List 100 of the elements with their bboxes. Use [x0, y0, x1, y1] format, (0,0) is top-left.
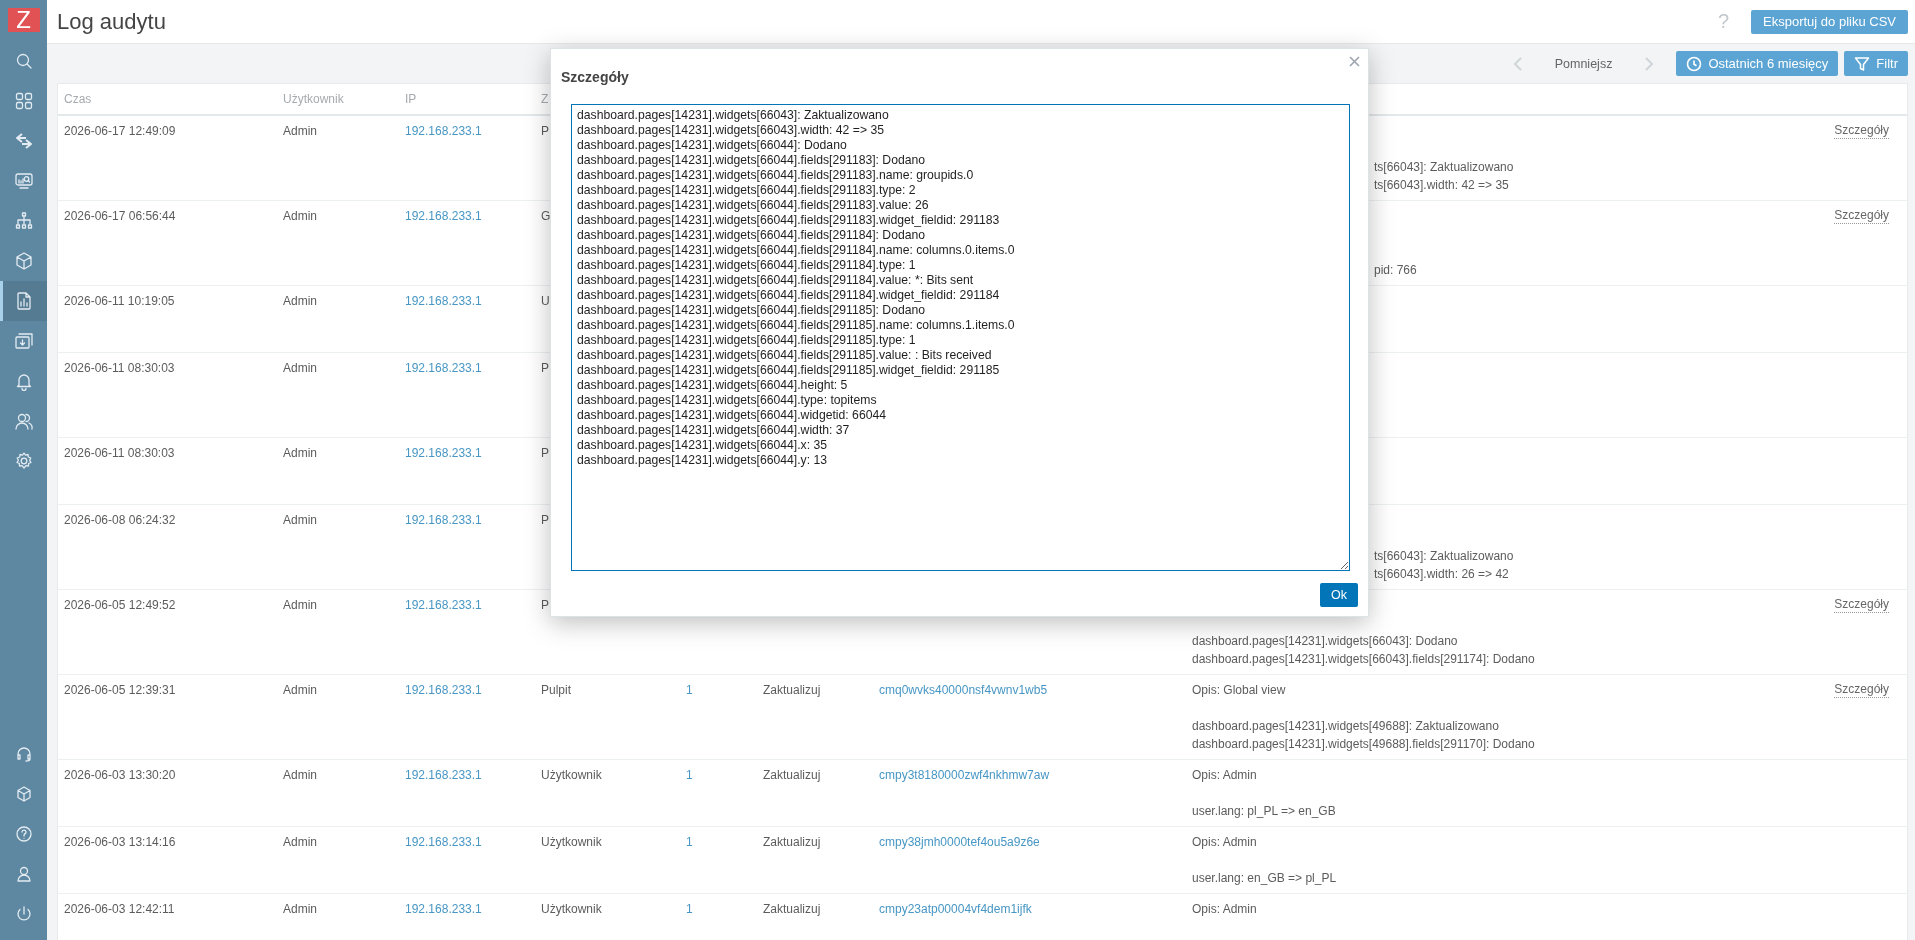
description-text: Opis: Admin — [1192, 901, 1258, 918]
table-cell: Pulpit — [541, 683, 572, 697]
record-id-link[interactable]: cmpy23atp00004vf4dem1ijfk — [879, 902, 1032, 916]
ip-link[interactable]: 192.168.233.1 — [405, 124, 482, 138]
change-line: ts[66043].width: 42 => 35 — [1374, 177, 1509, 194]
ok-button[interactable]: Ok — [1320, 583, 1358, 607]
table-cell: P — [541, 446, 549, 460]
details-field[interactable]: dashboard.pages[14231].widgets[66043]: Zaktualizowano dashboard.pages[14231].widgets[66043].width: 42 => 35 dashboard.pages[14231].widgets[66044]: Dodano dashboard.pages[14231].widgets[66044].fields[291183]: Dodano dashboard.pages[14231].widgets[66044].fields[291183].name: groupids.0 dashboard.pages[14231].widgets[66044].fields[291183].type: 2 dashboard.pages[14231].widgets[66044].fields[291183].value: 26 dashboard.pages[14231].widgets[66044].fields[291183].widget_fieldid: 291183 dashboard.pages[14231].widgets[66044].fields[291184]: Dodano dashboard.pages[14231].widgets[66044].fields[291184].name: columns.0.items.0 dashboard.pages[14231].widgets[66044].fields[291184].type: 1 dashboard.pages[14231].widgets[66044].fields[291184].value: *: Bits sent dashboard.pages[14231].widgets[66044].fields[291184].widget_fieldid: 291184 dashboard.pages[14231].widgets[66044].fields[291185]: Dodano dashboard.pages[14231].widgets[66044].fields[291185].name: columns.1.items.0 dashboard.pages[14231].widgets[66044].fields[291185].type: 1 dashboard.pages[14231].widgets[66044].fields[291185].value: : Bits received dashboard.pages[14231].widgets[66044].fields[291185].widget_fieldid: 291185 dashboard.pages[14231].widgets[66044].height: 5 dashboard.pages[14231].widgets[66044].type: topitems dashboard.pages[14231].widgets[66044].widgetid: 66044 dashboard.pages[14231].widgets[66044].width: 37 dashboard.pages[14231].widgets[66044].x: 35 dashboard.pages[14231].widgets[66044].y: 13 — [571, 104, 1350, 571]
table-cell: P — [541, 598, 549, 612]
cube-icon[interactable] — [13, 251, 34, 271]
ip-link[interactable]: 192.168.233.1 — [405, 361, 482, 375]
hierarchy-icon[interactable] — [13, 211, 34, 231]
ip-link[interactable]: 192.168.233.1 — [405, 768, 482, 782]
table-cell: 2026-06-05 12:49:52 — [64, 598, 176, 612]
table-cell: Admin — [283, 598, 317, 612]
description-text: Opis: Admin — [1192, 834, 1258, 851]
arrows-icon[interactable] — [13, 131, 34, 151]
logo[interactable]: Z — [7, 8, 40, 32]
change-line: dashboard.pages[14231].widgets[49688]: Zaktualizowano — [1192, 718, 1499, 735]
download-icon[interactable] — [13, 331, 34, 351]
change-line: dashboard.pages[14231].widgets[66043].fields[291174]: Dodano — [1192, 651, 1535, 668]
change-line: dashboard.pages[14231].widgets[49688].fields[291170]: Dodano — [1192, 736, 1535, 753]
table-cell: U — [541, 294, 550, 308]
filter-icon — [1854, 55, 1871, 72]
table-cell: P — [541, 513, 549, 527]
table-cell: Admin — [283, 209, 317, 223]
table-cell: Admin — [283, 902, 317, 916]
table-cell: Admin — [283, 446, 317, 460]
table-cell: Zaktualizuj — [763, 683, 821, 697]
page-title: Log audytu — [57, 8, 166, 35]
table-cell: G — [541, 209, 551, 223]
id-link[interactable]: 1 — [686, 835, 693, 849]
record-id-link[interactable]: cmq0wvks40000nsf4vwnv1wb5 — [879, 683, 1048, 697]
table-cell: 2026-06-03 12:42:11 — [64, 902, 175, 916]
change-line: dashboard.pages[14231].widgets[66043]: Dodano — [1192, 633, 1458, 650]
ip-link[interactable]: 192.168.233.1 — [405, 835, 482, 849]
gear-icon[interactable] — [13, 451, 34, 471]
dialog-title: Szczegóły — [561, 68, 629, 85]
column-header[interactable]: Użytkownik — [283, 92, 344, 106]
id-link[interactable]: 1 — [686, 768, 693, 782]
change-line: ts[66043]: Zaktualizowano — [1374, 548, 1514, 565]
ip-link[interactable]: 192.168.233.1 — [405, 513, 482, 527]
column-header[interactable]: Czas — [64, 92, 92, 106]
table-cell: 2026-06-03 13:14:16 — [64, 835, 176, 849]
help-icon[interactable] — [13, 824, 34, 844]
table-cell: 2026-06-11 08:30:03 — [64, 446, 175, 460]
table-cell: Użytkownik — [541, 768, 602, 782]
table-cell: 2026-06-17 12:49:09 — [64, 124, 176, 138]
description-text: Opis: Admin — [1192, 767, 1258, 784]
table-cell: Admin — [283, 513, 317, 527]
clock-icon — [1686, 55, 1703, 72]
table-cell: 2026-06-17 06:56:44 — [64, 209, 176, 223]
column-header[interactable]: IP — [405, 92, 417, 106]
ip-link[interactable]: 192.168.233.1 — [405, 294, 482, 308]
details-link[interactable]: Szczegóły — [1834, 122, 1889, 139]
table-cell: Użytkownik — [541, 902, 602, 916]
column-header[interactable]: Z — [541, 92, 549, 106]
table-cell: 2026-06-11 08:30:03 — [64, 361, 175, 375]
id-link[interactable]: 1 — [686, 683, 693, 697]
table-cell: P — [541, 361, 549, 375]
grid-icon[interactable] — [13, 91, 34, 111]
change-line: pid: 766 — [1374, 262, 1417, 279]
ip-link[interactable]: 192.168.233.1 — [405, 902, 482, 916]
record-id-link[interactable]: cmpy38jmh0000tef4ou5a9z6e — [879, 835, 1040, 849]
export-button[interactable]: Eksportuj do pliku CSV — [1751, 9, 1908, 34]
ip-link[interactable]: 192.168.233.1 — [405, 598, 482, 612]
table-cell: Admin — [283, 835, 317, 849]
details-link[interactable]: Szczegóły — [1834, 207, 1889, 224]
help-link[interactable]: ? — [1717, 10, 1730, 33]
details-link[interactable]: Szczegóły — [1834, 681, 1889, 698]
ip-link[interactable]: 192.168.233.1 — [405, 446, 482, 460]
table-cell: Admin — [283, 683, 317, 697]
filter-button[interactable]: Filtr — [1844, 51, 1908, 76]
table-cell: Admin — [283, 768, 317, 782]
table-cell: Zaktualizuj — [763, 835, 821, 849]
table-cell: Admin — [283, 361, 317, 375]
table-cell: 2026-06-11 10:19:05 — [64, 294, 175, 308]
table-cell: 2026-06-03 13:30:20 — [64, 768, 176, 782]
change-line: user.lang: en_GB => pl_PL — [1192, 870, 1337, 887]
zoom-out-link[interactable]: Pomniejsz — [1554, 56, 1613, 71]
table-cell: 2026-06-05 12:39:31 — [64, 683, 176, 697]
ip-link[interactable]: 192.168.233.1 — [405, 683, 482, 697]
change-line: ts[66043]: Zaktualizowano — [1374, 159, 1514, 176]
id-link[interactable]: 1 — [686, 902, 693, 916]
close-icon[interactable] — [1349, 56, 1360, 67]
change-line: ts[66043].width: 26 => 42 — [1374, 566, 1509, 583]
monitor-icon[interactable] — [13, 171, 34, 191]
ip-link[interactable]: 192.168.233.1 — [405, 209, 482, 223]
table-cell: Admin — [283, 124, 317, 138]
change-line: user.lang: pl_PL => en_GB — [1192, 803, 1336, 820]
table-cell: Zaktualizuj — [763, 768, 821, 782]
table-cell: 2026-06-08 06:24:32 — [64, 513, 176, 527]
time-range-button[interactable]: Ostatnich 6 miesięcy — [1676, 51, 1839, 76]
table-cell: Zaktualizuj — [763, 902, 821, 916]
description-text: Opis: Global view — [1192, 682, 1287, 699]
details-link[interactable]: Szczegóły — [1834, 596, 1889, 613]
record-id-link[interactable]: cmpy3t8180000zwf4nkhmw7aw — [879, 768, 1050, 782]
table-cell: Admin — [283, 294, 317, 308]
table-cell: P — [541, 124, 549, 138]
users-icon[interactable] — [13, 411, 34, 431]
